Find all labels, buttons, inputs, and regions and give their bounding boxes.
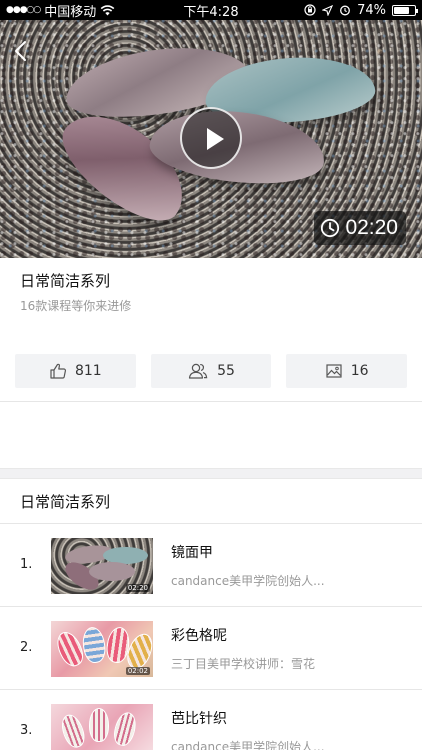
video-duration: 02:20 [345, 216, 398, 239]
divider [0, 401, 422, 402]
battery-percent: 74% [357, 2, 386, 18]
nail-image [52, 628, 88, 670]
nail-image [80, 625, 108, 665]
status-bar: ●●●○○ 中国移动 下午4:28 74% [0, 0, 422, 20]
section-title: 日常简洁系列 [20, 493, 111, 511]
lesson-item[interactable]: 1. 02:20 镜面甲 candance美甲学院创始人... [0, 523, 422, 605]
alarm-icon [340, 5, 351, 16]
thumbnail-duration: 02:20 [125, 584, 150, 592]
lesson-thumbnail [51, 704, 153, 750]
location-icon [322, 4, 334, 16]
nail-image [89, 708, 109, 742]
lesson-thumbnail: 02:20 [51, 538, 153, 594]
lesson-index: 3. [20, 723, 33, 738]
thumbnail-duration: 02:02 [125, 667, 150, 675]
like-count: 811 [74, 363, 102, 379]
lesson-author: 三丁目美甲学校讲师：雪花 [171, 657, 316, 671]
orientation-lock-icon [304, 4, 316, 16]
back-chevron-icon[interactable] [8, 38, 34, 64]
lesson-author: candance美甲学院创始人... [171, 740, 325, 750]
images-button[interactable]: 16 [286, 354, 408, 388]
lesson-author: candance美甲学院创始人... [171, 574, 325, 588]
image-count: 16 [350, 363, 369, 379]
signal-strength-icon: ●●●○○ [6, 5, 41, 15]
battery-icon [392, 4, 418, 16]
lesson-title: 镜面甲 [171, 545, 213, 561]
thumbs-up-icon [50, 363, 66, 379]
lesson-title: 彩色格呢 [171, 628, 227, 644]
lesson-title: 芭比针织 [171, 711, 227, 727]
lesson-item[interactable]: 2. 02:02 彩色格呢 三丁目美甲学校讲师：雪花 [0, 606, 422, 688]
lesson-index: 2. [20, 640, 33, 655]
students-button[interactable]: 55 [150, 354, 272, 388]
users-icon [188, 363, 208, 379]
lesson-item[interactable]: 3. 芭比针织 candance美甲学院创始人... [0, 689, 422, 750]
course-stats: 811 55 16 [15, 354, 408, 388]
battery-level [394, 6, 409, 14]
lesson-index: 1. [20, 557, 33, 572]
nail-image [89, 562, 135, 581]
image-icon [326, 364, 342, 378]
course-subtitle: 16款课程等你来进修 [20, 299, 132, 313]
clock-icon [321, 218, 340, 238]
wifi-icon [100, 4, 115, 15]
section-separator [0, 468, 422, 479]
play-button[interactable] [180, 107, 242, 169]
nail-image [110, 709, 140, 749]
like-button[interactable]: 811 [15, 354, 136, 388]
nail-image [57, 711, 89, 750]
carrier-label: 中国移动 [44, 4, 97, 20]
lesson-thumbnail: 02:02 [51, 621, 153, 677]
course-title: 日常简洁系列 [20, 272, 111, 290]
student-count: 55 [217, 363, 235, 379]
video-duration-badge: 02:20 [314, 211, 406, 245]
